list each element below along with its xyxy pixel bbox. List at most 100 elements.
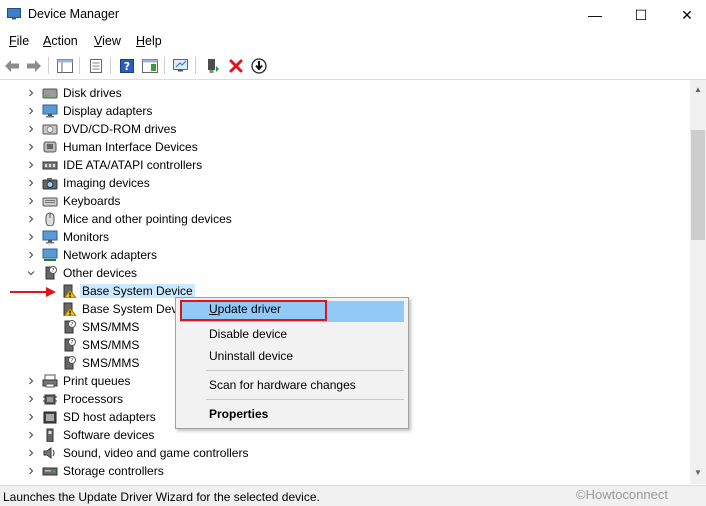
tree-item-label: Software devices [63,428,155,442]
tree-item-label: Display adapters [63,104,153,118]
toolbar-separator [79,57,80,74]
maximize-button[interactable]: ☐ [618,0,664,30]
storage-icon [42,467,58,476]
sd-icon [43,411,57,424]
chevron-right-icon[interactable] [27,125,35,133]
toolbar-separator [110,57,111,74]
chevron-right-icon[interactable] [27,251,35,259]
tree-category-row[interactable]: Keyboards [0,192,690,210]
warning-device-icon [63,302,77,316]
monitor-icon [42,230,58,244]
toolbar-separator [48,57,49,74]
vertical-scrollbar[interactable]: ▲ ▼ [690,80,706,484]
printer-icon [42,374,58,388]
watermark: ©Howtoconnect [576,487,668,502]
menu-file[interactable]: File [9,34,29,48]
back-button[interactable] [2,56,22,75]
show-hide-console-tree-button[interactable] [55,56,75,75]
tree-item-label: Network adapters [63,248,158,262]
tree-category-row[interactable]: Human Interface Devices [0,138,690,156]
menu-file-label: ile [16,34,30,48]
down-arrow-circle-icon [251,57,267,74]
tree-item-label: DVD/CD-ROM drives [63,122,177,136]
chevron-right-icon[interactable] [27,215,35,223]
action-pane-icon [142,58,158,73]
tree-category-row[interactable]: Network adapters [0,246,690,264]
speaker-icon [43,447,55,459]
scroll-up-arrow-icon[interactable]: ▲ [693,85,703,95]
tree-item-label: SMS/MMS [82,356,140,370]
context-item-disable-device[interactable]: Disable device [176,323,408,345]
svg-text:?: ? [71,340,74,346]
context-item-scan-hardware[interactable]: Scan for hardware changes [176,374,408,396]
help-icon: ? [120,58,134,73]
scroll-down-arrow-icon[interactable]: ▼ [693,468,703,478]
tree-category-row[interactable]: Display adapters [0,102,690,120]
chevron-right-icon[interactable] [27,431,35,439]
window-title: Device Manager [28,7,120,21]
properties-toolbar-button[interactable] [86,56,106,75]
svg-text:?: ? [71,322,74,328]
tree-category-row[interactable]: Monitors [0,228,690,246]
disable-device-toolbar-button[interactable] [249,56,269,75]
disable-device-label: Disable device [209,327,288,341]
scrollbar-thumb[interactable] [691,130,705,240]
menu-action[interactable]: Action [43,34,78,48]
tree-item-label: Print queues [63,374,131,388]
context-item-uninstall-device[interactable]: Uninstall device [176,345,408,367]
tree-category-row[interactable]: Mice and other pointing devices [0,210,690,228]
update-driver-icon [208,58,219,73]
chevron-right-icon[interactable] [27,395,35,403]
tree-category-row[interactable]: IDE ATA/ATAPI controllers [0,156,690,174]
tree-item-label: Other devices [63,266,138,280]
chevron-right-icon[interactable] [27,89,35,97]
tree-category-row[interactable]: Storage controllers [0,462,690,480]
tree-category-row[interactable]: Imaging devices [0,174,690,192]
chevron-right-icon[interactable] [27,377,35,385]
chevron-down-icon[interactable] [27,269,35,277]
forward-button[interactable] [24,56,44,75]
chevron-right-icon[interactable] [27,161,35,169]
context-item-properties[interactable]: Properties [176,403,408,425]
minimize-button[interactable]: — [572,0,618,30]
tree-category-row[interactable]: Disk drives [0,84,690,102]
chevron-right-icon[interactable] [27,107,35,115]
chevron-right-icon[interactable] [27,467,35,475]
chevron-right-icon[interactable] [27,143,35,151]
close-button[interactable]: ✕ [664,0,706,30]
tree-category-row[interactable]: ? Other devices [0,264,690,282]
tree-item-label: Storage controllers [63,464,164,478]
help-toolbar-button[interactable]: ? [117,56,137,75]
toolbar-separator [195,57,196,74]
unknown-device-icon: ? [64,338,76,352]
chevron-right-icon[interactable] [27,449,35,457]
tree-item-label: Sound, video and game controllers [63,446,249,460]
chevron-right-icon[interactable] [27,197,35,205]
tree-item-label: Imaging devices [63,176,150,190]
tree-item-label: Human Interface Devices [63,140,198,154]
camera-icon [42,178,58,190]
toolbar: ? [0,52,706,80]
dvd-icon [42,124,58,135]
menu-view[interactable]: View [94,34,121,48]
red-pointer-arrow-icon [10,287,56,297]
action-pane-button[interactable] [140,56,160,75]
chevron-right-icon[interactable] [27,413,35,421]
menu-bar: File Action View Help [0,30,706,52]
console-tree-icon [57,58,73,73]
chevron-right-icon[interactable] [27,233,35,241]
update-driver-toolbar-button[interactable] [203,56,223,75]
red-x-icon [229,59,243,72]
network-icon [42,248,58,261]
monitor-icon [42,104,58,118]
scan-hardware-button[interactable] [171,56,191,75]
tree-item-label: Base System Device [80,284,195,298]
menu-help[interactable]: Help [136,34,162,48]
unknown-device-icon: ? [64,320,76,334]
tree-category-row[interactable]: Sound, video and game controllers [0,444,690,462]
uninstall-device-toolbar-button[interactable] [226,56,246,75]
tree-category-row[interactable]: DVD/CD-ROM drives [0,120,690,138]
chevron-right-icon[interactable] [27,179,35,187]
toolbar-separator [164,57,165,74]
menu-file-accel: F [9,34,17,48]
